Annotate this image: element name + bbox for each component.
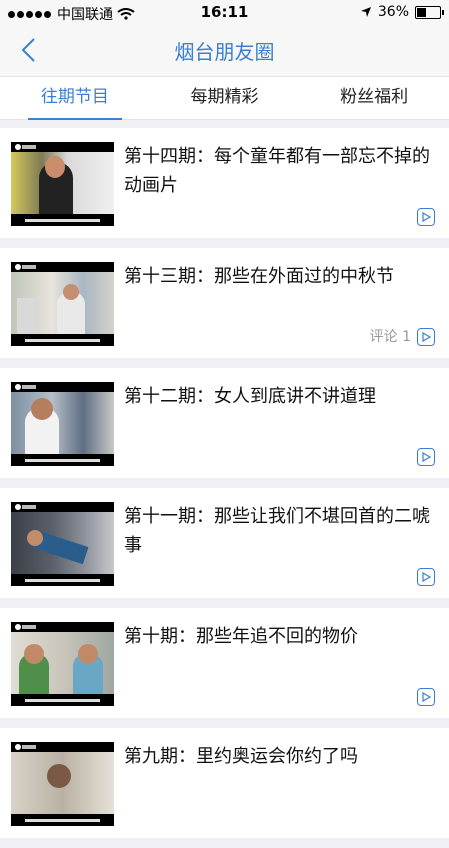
play-icon[interactable]: [417, 448, 435, 466]
play-icon[interactable]: [417, 568, 435, 586]
tab-bar: 往期节目 每期精彩 粉丝福利: [0, 76, 449, 120]
location-arrow-icon: [360, 7, 371, 17]
navigation-bar: 烟台朋友圈: [0, 24, 449, 76]
episode-item[interactable]: 第十一期：那些让我们不堪回首的二唬事: [0, 488, 449, 598]
episode-thumbnail: [11, 622, 114, 706]
play-icon[interactable]: [417, 208, 435, 226]
battery-icon: [415, 5, 444, 19]
episode-item[interactable]: 第十期：那些年追不回的物价: [0, 608, 449, 718]
page-title: 烟台朋友圈: [174, 40, 275, 64]
episode-list: 第十四期：每个童年都有一部忘不掉的动画片 第十三期：那些在外面过的中秋节 评论 …: [0, 128, 449, 848]
status-bar: 中国联通 16:11 36%: [0, 0, 449, 24]
episode-title: 第九期：里约奥运会你约了吗: [124, 746, 358, 767]
episode-thumbnail: [11, 502, 114, 586]
comment-count[interactable]: 评论 1: [370, 328, 411, 346]
episode-thumbnail: [11, 262, 114, 346]
episode-thumbnail: [11, 742, 114, 826]
battery-percent: 36%: [377, 4, 409, 20]
episode-title: 第十二期：女人到底讲不讲道理: [124, 386, 376, 407]
play-icon[interactable]: [417, 328, 435, 346]
tab-highlights[interactable]: 每期精彩: [150, 77, 300, 119]
episode-thumbnail: [11, 382, 114, 466]
episode-title: 第十四期：每个童年都有一部忘不掉的动画片: [124, 146, 430, 196]
episode-title: 第十三期：那些在外面过的中秋节: [124, 266, 394, 287]
episode-item[interactable]: 第十二期：女人到底讲不讲道理: [0, 368, 449, 478]
episode-title: 第十期：那些年追不回的物价: [124, 626, 358, 647]
status-right: 36%: [360, 4, 444, 20]
episode-title: 第十一期：那些让我们不堪回首的二唬事: [124, 506, 430, 556]
tab-fan-benefits[interactable]: 粉丝福利: [299, 77, 449, 119]
episode-item[interactable]: 第九期：里约奥运会你约了吗: [0, 728, 449, 838]
episode-item[interactable]: 第十四期：每个童年都有一部忘不掉的动画片: [0, 128, 449, 238]
episode-thumbnail: [11, 142, 114, 226]
play-icon[interactable]: [417, 688, 435, 706]
episode-item[interactable]: 第十三期：那些在外面过的中秋节 评论 1: [0, 248, 449, 358]
tab-past-episodes[interactable]: 往期节目: [0, 77, 150, 120]
